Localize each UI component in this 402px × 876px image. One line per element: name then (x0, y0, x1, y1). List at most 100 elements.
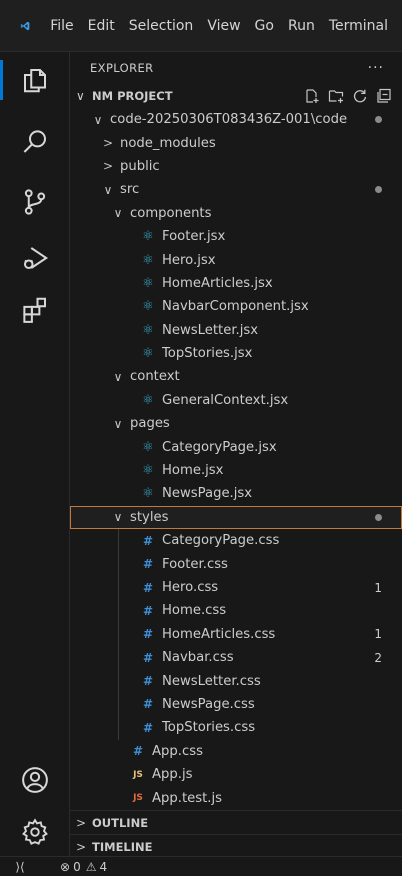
file-row[interactable]: ⚛ NewsLetter.jsx (70, 319, 402, 342)
gear-icon (22, 818, 48, 845)
run-debug-icon (24, 247, 49, 269)
tree-item-label: TopStories.jsx (162, 346, 253, 362)
refresh-icon[interactable] (352, 88, 368, 104)
activity-bar (0, 52, 70, 856)
extensions-icon (23, 297, 46, 323)
tree-item-label: CategoryPage.css (162, 533, 280, 549)
file-row[interactable]: ⚛ Hero.jsx (70, 248, 402, 271)
menu-view[interactable]: View (207, 18, 240, 34)
file-row[interactable]: # NewsPage.css (70, 693, 402, 716)
menu-run[interactable]: Run (288, 18, 315, 34)
outline-section-header[interactable]: > OUTLINE (70, 810, 402, 834)
file-row[interactable]: # CategoryPage.css (70, 529, 402, 552)
warning-count: 4 (99, 859, 108, 874)
indent-guide (118, 529, 119, 740)
file-row[interactable]: ⚛ TopStories.jsx (70, 342, 402, 365)
file-row[interactable]: # App.css (70, 740, 402, 763)
react-file-icon: ⚛ (142, 463, 154, 479)
source-control-activity-button[interactable] (0, 174, 70, 230)
js-file-icon: JS (133, 769, 143, 780)
file-row[interactable]: # Footer.css (70, 552, 402, 575)
warning-icon: ⚠ (85, 859, 97, 874)
problems-indicator[interactable]: ⊗ 0 ⚠ 4 (60, 860, 107, 874)
file-row[interactable]: # Hero.css 1 (70, 576, 402, 599)
tree-item-label: App.test.js (152, 790, 223, 806)
error-count: 0 (73, 859, 81, 874)
new-file-icon[interactable] (304, 88, 320, 104)
file-row[interactable]: # Navbar.css 2 (70, 646, 402, 669)
tree-item-label: App.css (152, 743, 203, 759)
css-file-icon: # (142, 580, 154, 595)
file-row[interactable]: ⚛ Home.jsx (70, 459, 402, 482)
react-file-icon: ⚛ (142, 229, 154, 245)
error-icon: ⊗ (60, 859, 71, 874)
tree-item-label: styles (130, 509, 169, 525)
accounts-activity-button[interactable] (0, 752, 70, 808)
menu-edit[interactable]: Edit (88, 18, 115, 34)
tree-item-label: NavbarComponent.jsx (162, 299, 309, 315)
run-debug-activity-button[interactable] (0, 230, 70, 286)
react-file-icon: ⚛ (142, 275, 154, 291)
folder-row[interactable]: ∨ context (70, 365, 402, 388)
folder-row[interactable]: ∨ pages (70, 412, 402, 435)
tree-item-label: GeneralContext.jsx (162, 392, 289, 408)
title-bar: File Edit Selection View Go Run Terminal (0, 0, 402, 52)
chevron-right-icon: > (76, 815, 87, 830)
more-actions-button[interactable]: ··· (368, 60, 384, 76)
file-row[interactable]: ⚛ NavbarComponent.jsx (70, 295, 402, 318)
menu-selection[interactable]: Selection (129, 18, 194, 34)
folder-row[interactable]: > node_modules (70, 131, 402, 154)
folder-row[interactable]: ∨ code-20250306T083436Z-001\code (70, 108, 402, 131)
collapse-all-icon[interactable] (376, 88, 392, 104)
remote-icon[interactable]: ⟩⟨ (0, 860, 40, 874)
tree-item-label: code-20250306T083436Z-001\code (110, 112, 348, 128)
vscode-logo-icon (20, 21, 30, 30)
new-folder-icon[interactable] (328, 88, 344, 104)
file-row[interactable]: ⚛ HomeArticles.jsx (70, 272, 402, 295)
search-icon (23, 130, 46, 153)
files-icon (24, 69, 46, 93)
folder-row[interactable]: ∨ src (70, 178, 402, 201)
manage-activity-button[interactable] (0, 804, 70, 860)
css-file-icon: # (142, 603, 154, 618)
menu-terminal[interactable]: Terminal (329, 18, 388, 34)
file-row[interactable]: ⚛ CategoryPage.jsx (70, 435, 402, 458)
file-row[interactable]: ⚛ GeneralContext.jsx (70, 389, 402, 412)
file-row[interactable]: # HomeArticles.css 1 (70, 623, 402, 646)
folder-row[interactable]: ∨ styles (70, 505, 402, 530)
extensions-activity-button[interactable] (0, 282, 70, 338)
tree-item-label: src (120, 182, 140, 198)
chevron-down-icon: ∨ (113, 416, 123, 431)
tree-item-label: HomeArticles.css (162, 626, 276, 642)
css-file-icon: # (142, 697, 154, 712)
menu-file[interactable]: File (50, 18, 73, 34)
file-row[interactable]: ⚛ NewsPage.jsx (70, 482, 402, 505)
modified-dot-icon (375, 513, 382, 521)
file-row[interactable]: # Home.css (70, 599, 402, 622)
search-activity-button[interactable] (0, 114, 70, 170)
css-file-icon: # (142, 674, 154, 689)
timeline-label: TIMELINE (92, 839, 153, 854)
file-row[interactable]: ⚛ Footer.jsx (70, 225, 402, 248)
project-section-header[interactable]: ∨ NM PROJECT (70, 84, 402, 108)
chevron-down-icon: ∨ (113, 369, 123, 384)
react-file-icon: ⚛ (142, 322, 154, 338)
file-row[interactable]: JS App.test.js (70, 786, 402, 809)
tree-item-label: Navbar.css (162, 650, 234, 666)
folder-row[interactable]: ∨ components (70, 202, 402, 225)
css-file-icon: # (142, 627, 154, 642)
tree-item-label: pages (130, 416, 170, 432)
file-row[interactable]: # TopStories.css (70, 716, 402, 739)
file-row[interactable]: # NewsLetter.css (70, 669, 402, 692)
modified-dot-icon (375, 186, 382, 194)
chevron-right-icon: > (102, 136, 114, 151)
react-file-icon: ⚛ (142, 486, 154, 502)
timeline-section-header[interactable]: > TIMELINE (70, 834, 402, 856)
file-row[interactable]: JS App.js (70, 763, 402, 786)
explorer-activity-button[interactable] (0, 52, 70, 108)
chevron-right-icon: > (76, 839, 87, 854)
explorer-title: EXPLORER (90, 61, 154, 75)
explorer-header: EXPLORER ··· (70, 52, 402, 84)
menu-go[interactable]: Go (255, 18, 274, 34)
folder-row[interactable]: > public (70, 155, 402, 178)
